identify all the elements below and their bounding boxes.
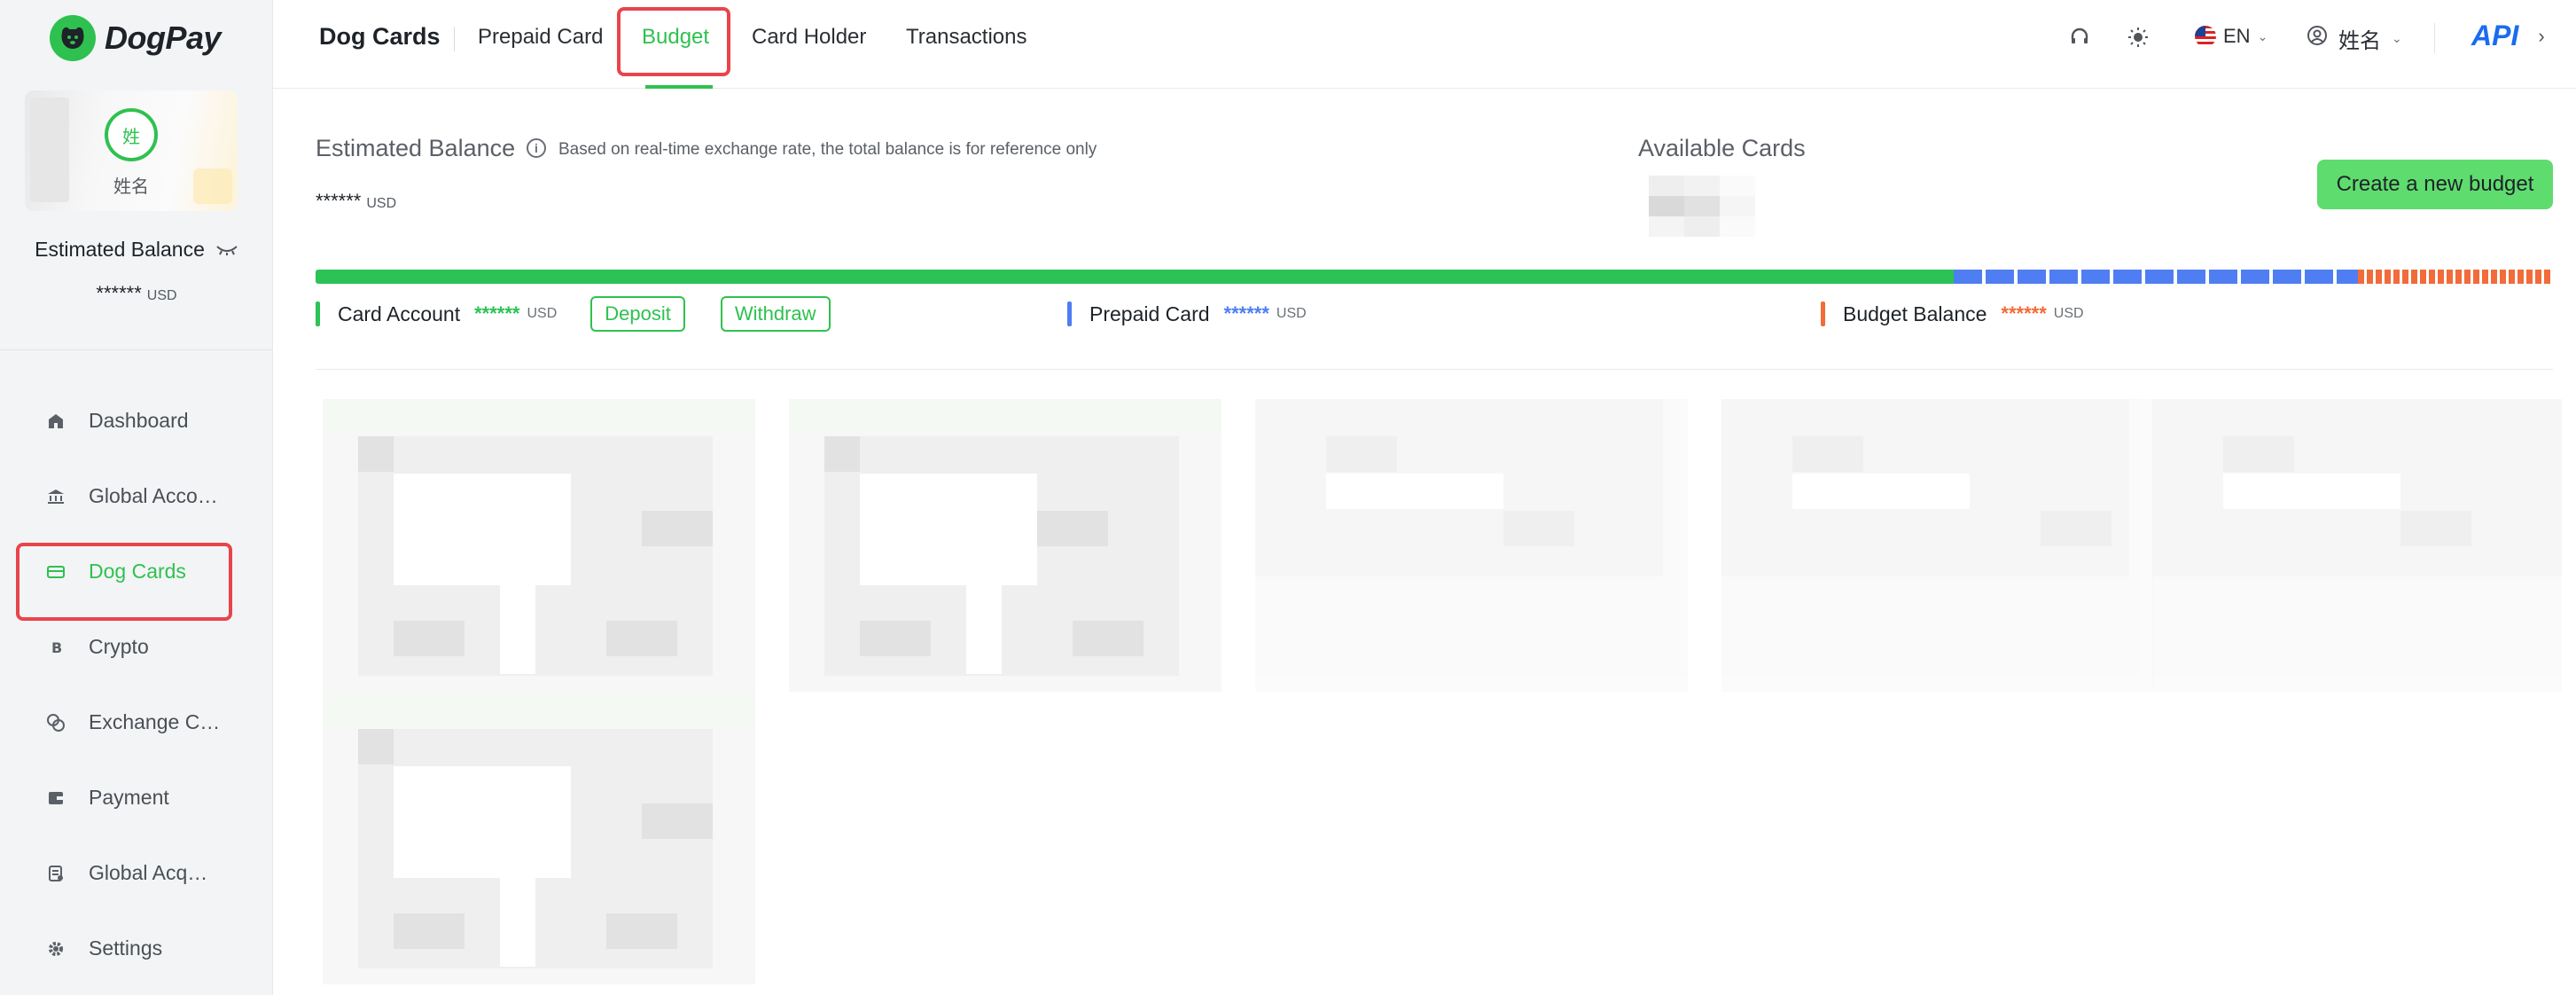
card-icon bbox=[46, 562, 66, 582]
main-content: Estimated Balance i Based on real-time e… bbox=[273, 89, 2576, 995]
api-link[interactable]: API › bbox=[2471, 20, 2545, 52]
sidebar-item-label: Dog Cards bbox=[89, 560, 186, 583]
tab-card-holder[interactable]: Card Holder bbox=[752, 25, 866, 50]
title-separator bbox=[454, 27, 455, 51]
budget-card-blurred[interactable] bbox=[323, 692, 755, 984]
sidebar-item-label: Crypto bbox=[89, 635, 149, 658]
legend-value: ****** bbox=[2001, 302, 2047, 325]
budget-balance-segment bbox=[2358, 270, 2553, 284]
legend-budget-balance: Budget Balance ****** USD bbox=[1821, 298, 2084, 330]
tab-transactions[interactable]: Transactions bbox=[906, 25, 1027, 50]
sidebar-item-dog-cards[interactable]: Dog Cards bbox=[0, 534, 273, 621]
sidebar-item-global-acquiring[interactable]: Global Acq… bbox=[0, 835, 273, 911]
sidebar-balance-label-text: Estimated Balance bbox=[35, 238, 205, 261]
available-cards-label: Available Cards bbox=[1638, 135, 1806, 161]
estimated-balance-note: Based on real-time exchange rate, the to… bbox=[558, 140, 1097, 159]
legend-currency: USD bbox=[527, 306, 558, 321]
gear-icon bbox=[46, 939, 66, 959]
legend-label: Prepaid Card bbox=[1089, 302, 1210, 325]
sidebar-item-payment[interactable]: Payment bbox=[0, 760, 273, 835]
budget-card-blurred[interactable] bbox=[1721, 399, 2154, 692]
create-budget-button[interactable]: Create a new budget bbox=[2317, 160, 2553, 209]
avatar[interactable]: 姓 bbox=[105, 108, 158, 161]
available-cards-value-blurred bbox=[1649, 176, 1755, 238]
budget-card-blurred[interactable] bbox=[789, 399, 1222, 692]
sidebar-item-label: Payment bbox=[89, 786, 169, 809]
tab-prepaid-card[interactable]: Prepaid Card bbox=[478, 25, 603, 50]
profile-name: 姓名 bbox=[113, 177, 149, 197]
profile-card[interactable]: 姓 姓名 bbox=[25, 90, 238, 211]
content-divider bbox=[316, 369, 2553, 370]
brand-name: DogPay bbox=[105, 20, 222, 56]
estimated-balance-value: ****** USD bbox=[316, 190, 396, 213]
sidebar-item-label: Exchange C… bbox=[89, 710, 221, 733]
chevron-down-icon: ⌄ bbox=[2392, 31, 2402, 45]
sidebar-item-settings[interactable]: Settings bbox=[0, 911, 273, 986]
headset-icon[interactable] bbox=[2067, 25, 2092, 50]
legend-marker bbox=[1821, 302, 1825, 326]
top-bar: Dog Cards Prepaid Card Budget Card Holde… bbox=[273, 0, 2576, 89]
us-flag-icon bbox=[2195, 26, 2216, 47]
budget-card-blurred[interactable] bbox=[1255, 399, 1688, 692]
card-account-segment bbox=[316, 270, 1954, 284]
sidebar-nav: Dashboard Global Acco… Dog Cards B Crypt… bbox=[0, 383, 273, 986]
legend-marker bbox=[1067, 302, 1072, 326]
sidebar-balance-amount: ****** bbox=[96, 282, 142, 304]
exchange-icon bbox=[46, 713, 66, 733]
eye-closed-icon[interactable] bbox=[215, 238, 238, 262]
wallet-icon bbox=[46, 788, 66, 808]
sidebar-item-label: Global Acco… bbox=[89, 484, 218, 507]
sidebar-item-label: Global Acq… bbox=[89, 861, 208, 884]
user-icon bbox=[2307, 25, 2328, 52]
sidebar-balance-label: Estimated Balance bbox=[0, 238, 273, 262]
legend-currency: USD bbox=[2053, 306, 2084, 321]
sidebar-divider bbox=[0, 349, 273, 350]
sidebar-item-crypto[interactable]: B Crypto bbox=[0, 609, 273, 685]
estimated-balance-label: Estimated Balance bbox=[316, 135, 516, 161]
chevron-down-icon: ⌄ bbox=[2257, 28, 2268, 43]
legend-marker bbox=[316, 302, 320, 326]
sidebar: DogPay 姓 姓名 Estimated Balance ****** USD … bbox=[0, 0, 273, 995]
sidebar-item-label: Settings bbox=[89, 936, 163, 960]
legend-prepaid-card: Prepaid Card ****** USD bbox=[1067, 298, 1307, 330]
theme-sun-icon[interactable] bbox=[2126, 25, 2151, 50]
budget-card-blurred[interactable] bbox=[323, 399, 755, 692]
home-icon bbox=[46, 411, 66, 431]
sidebar-balance-currency: USD bbox=[146, 288, 177, 303]
header-separator bbox=[2434, 23, 2435, 53]
page-title: Dog Cards bbox=[319, 23, 441, 50]
logo[interactable]: DogPay bbox=[50, 15, 222, 61]
sidebar-item-label: Dashboard bbox=[89, 409, 189, 432]
budget-card-blurred[interactable] bbox=[2152, 399, 2562, 692]
bitcoin-icon: B bbox=[46, 638, 66, 657]
chevron-right-icon: › bbox=[2538, 24, 2545, 47]
language-selector[interactable]: EN ⌄ bbox=[2195, 25, 2268, 48]
user-name: 姓名 bbox=[2338, 29, 2381, 53]
user-menu[interactable]: 姓名 ⌄ bbox=[2307, 23, 2402, 54]
svg-text:B: B bbox=[51, 639, 62, 656]
estimated-balance-currency: USD bbox=[366, 196, 397, 211]
withdraw-button[interactable]: Withdraw bbox=[720, 296, 831, 332]
legend-value: ****** bbox=[474, 302, 520, 325]
legend-value: ****** bbox=[1223, 302, 1269, 325]
prepaid-card-segment bbox=[1953, 270, 2359, 284]
deposit-button[interactable]: Deposit bbox=[590, 296, 685, 332]
sidebar-item-global-account[interactable]: Global Acco… bbox=[0, 458, 273, 534]
info-icon[interactable]: i bbox=[527, 138, 546, 158]
language-label: EN bbox=[2223, 25, 2251, 47]
estimated-balance-amount: ****** bbox=[316, 190, 362, 212]
dog-logo-icon bbox=[50, 15, 96, 61]
legend-label: Budget Balance bbox=[1843, 302, 1987, 325]
sidebar-item-dashboard[interactable]: Dashboard bbox=[0, 383, 273, 458]
api-label: API bbox=[2471, 20, 2519, 51]
legend-card-account: Card Account ****** USD Deposit Withdraw bbox=[316, 296, 831, 332]
sidebar-item-exchange[interactable]: Exchange C… bbox=[0, 685, 273, 760]
document-icon bbox=[46, 864, 66, 883]
legend-currency: USD bbox=[1276, 306, 1307, 321]
bank-icon bbox=[46, 487, 66, 506]
tab-highlight-box bbox=[617, 7, 730, 76]
balance-distribution-bar bbox=[316, 270, 2553, 284]
sidebar-balance-value: ****** USD bbox=[0, 282, 273, 305]
legend-label: Card Account bbox=[338, 302, 461, 325]
